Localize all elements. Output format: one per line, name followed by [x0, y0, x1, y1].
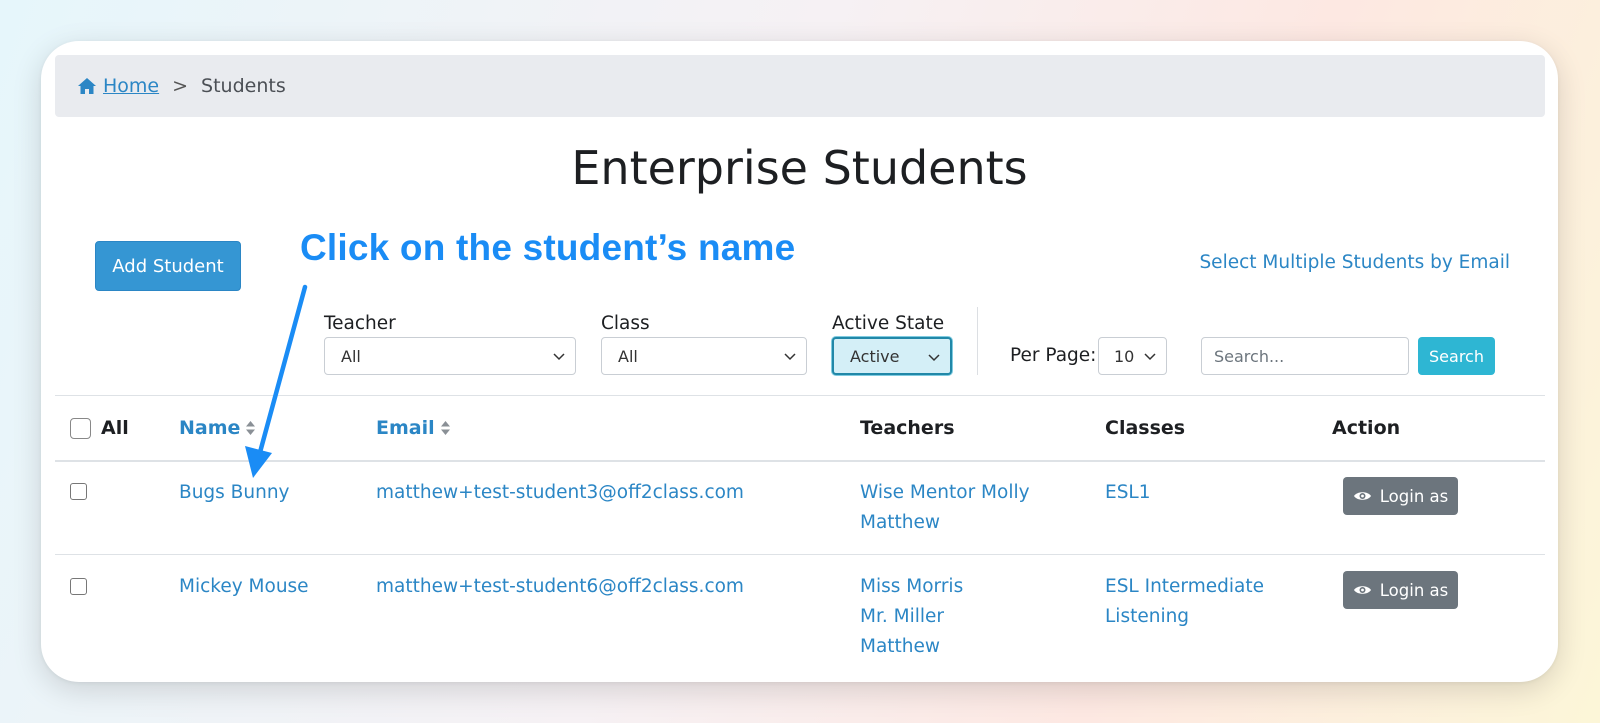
add-student-button[interactable]: Add Student	[95, 241, 241, 291]
student-classes: ESL1	[1105, 478, 1151, 508]
per-page-select[interactable]: 10	[1098, 337, 1167, 375]
class-link[interactable]: Listening	[1105, 602, 1264, 632]
chevron-down-icon	[553, 353, 565, 361]
teacher-link[interactable]: Wise Mentor Molly	[860, 478, 1030, 508]
sort-icon	[440, 421, 450, 435]
teacher-filter-label: Teacher	[324, 313, 396, 334]
header-email-label: Email	[376, 417, 435, 439]
student-email-link[interactable]: matthew+test-student3@off2class.com	[376, 478, 744, 508]
breadcrumb-home-link[interactable]: Home	[103, 75, 159, 97]
per-page-label: Per Page:	[1010, 345, 1097, 366]
eye-icon	[1353, 492, 1371, 500]
page-title: Enterprise Students	[571, 141, 1028, 195]
login-as-button[interactable]: Login as	[1343, 477, 1458, 515]
class-link[interactable]: ESL Intermediate	[1105, 572, 1264, 602]
home-icon	[78, 78, 96, 94]
teacher-link[interactable]: Mr. Miller	[860, 602, 963, 632]
chevron-down-icon	[1144, 353, 1156, 361]
header-name-label: Name	[179, 417, 241, 439]
eye-icon	[1353, 586, 1371, 594]
header-email-sort[interactable]: Email	[376, 417, 451, 439]
select-multiple-by-email-link[interactable]: Select Multiple Students by Email	[1199, 252, 1510, 273]
class-select-value: All	[618, 346, 638, 366]
chevron-down-icon	[784, 353, 796, 361]
teacher-link[interactable]: Miss Morris	[860, 572, 963, 602]
table-top-border	[55, 395, 1545, 396]
header-all: All	[101, 417, 129, 439]
per-page-select-value: 10	[1114, 346, 1135, 366]
student-name-link[interactable]: Mickey Mouse	[179, 572, 309, 602]
header-teachers: Teachers	[860, 417, 955, 439]
annotation-callout: Click on the student’s name	[300, 227, 796, 268]
student-teachers: Wise Mentor Molly Matthew	[860, 478, 1030, 538]
filter-divider	[977, 307, 978, 375]
row-checkbox[interactable]	[70, 483, 87, 500]
header-classes: Classes	[1105, 417, 1186, 439]
breadcrumb: Home > Students	[55, 55, 1545, 117]
active-state-select[interactable]: Active	[832, 337, 952, 375]
login-as-label: Login as	[1379, 486, 1449, 506]
teacher-select[interactable]: All	[324, 337, 576, 375]
login-as-label: Login as	[1379, 580, 1449, 600]
class-select[interactable]: All	[601, 337, 807, 375]
select-all-checkbox[interactable]	[70, 418, 91, 439]
student-classes: ESL Intermediate Listening	[1105, 572, 1264, 632]
class-filter-label: Class	[601, 313, 650, 334]
header-action: Action	[1332, 417, 1401, 439]
search-button[interactable]: Search	[1418, 337, 1495, 375]
student-teachers: Miss Morris Mr. Miller Matthew	[860, 572, 963, 662]
students-card: Home > Students Enterprise Students Add …	[41, 41, 1558, 682]
row-divider	[55, 554, 1545, 555]
teacher-link[interactable]: Matthew	[860, 632, 963, 662]
table-header-border	[55, 460, 1545, 462]
student-name-link[interactable]: Bugs Bunny	[179, 478, 290, 508]
row-checkbox[interactable]	[70, 578, 87, 595]
chevron-down-icon	[928, 354, 940, 362]
search-input[interactable]	[1201, 337, 1409, 375]
active-state-filter-label: Active State	[832, 313, 945, 334]
class-link[interactable]: ESL1	[1105, 478, 1151, 508]
active-state-select-value: Active	[850, 346, 900, 366]
header-name-sort[interactable]: Name	[179, 417, 256, 439]
teacher-link[interactable]: Matthew	[860, 508, 1030, 538]
student-email-link[interactable]: matthew+test-student6@off2class.com	[376, 572, 744, 602]
sort-icon	[246, 421, 256, 435]
breadcrumb-separator: >	[172, 75, 189, 97]
teacher-select-value: All	[341, 346, 361, 366]
login-as-button[interactable]: Login as	[1343, 571, 1458, 609]
breadcrumb-current: Students	[201, 75, 286, 97]
